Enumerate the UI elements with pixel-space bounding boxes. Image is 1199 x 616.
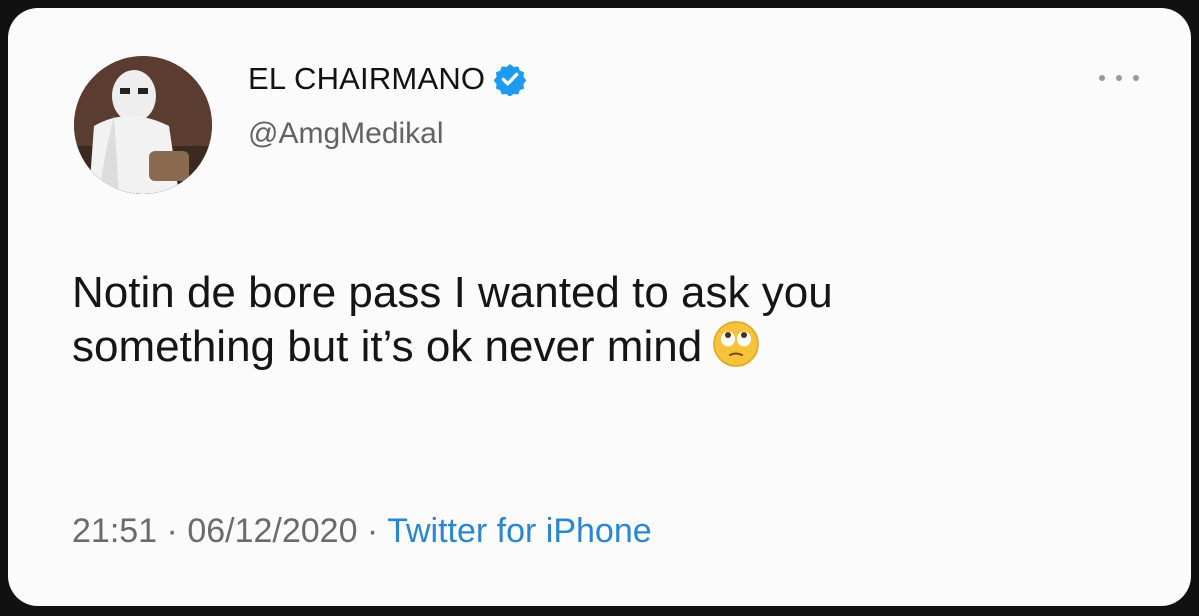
- display-name-row[interactable]: EL CHAIRMANO: [248, 61, 527, 97]
- rolling-eyes-emoji-icon: [712, 320, 760, 368]
- tweet-source-link[interactable]: Twitter for iPhone: [387, 512, 652, 550]
- meta-separator: ·: [157, 512, 188, 550]
- more-dot: [1133, 75, 1139, 81]
- more-options-icon[interactable]: [1099, 68, 1139, 88]
- more-dot: [1116, 75, 1122, 81]
- tweet-meta: 21:51 · 06/12/2020 · Twitter for iPhone: [72, 512, 652, 551]
- tweet-time[interactable]: 21:51: [72, 512, 157, 550]
- avatar-image: [74, 56, 212, 194]
- avatar[interactable]: [74, 56, 212, 194]
- tweet-text-line: Notin de bore pass I wanted to ask you: [72, 268, 833, 317]
- display-name[interactable]: EL CHAIRMANO: [248, 61, 485, 97]
- tweet-card: EL CHAIRMANO @AmgMedikal Notin de bore p…: [8, 8, 1191, 606]
- tweet-text-line-2: something but it’s ok never mind: [72, 320, 1132, 374]
- user-handle[interactable]: @AmgMedikal: [248, 117, 444, 151]
- more-dot: [1099, 75, 1105, 81]
- meta-separator-2: ·: [357, 512, 388, 550]
- tweet-date[interactable]: 06/12/2020: [187, 512, 357, 550]
- tweet-text-line-content: something but it’s ok never mind: [72, 322, 703, 372]
- tweet-text: Notin de bore pass I wanted to ask you s…: [72, 266, 1132, 374]
- verified-badge-icon: [493, 62, 527, 96]
